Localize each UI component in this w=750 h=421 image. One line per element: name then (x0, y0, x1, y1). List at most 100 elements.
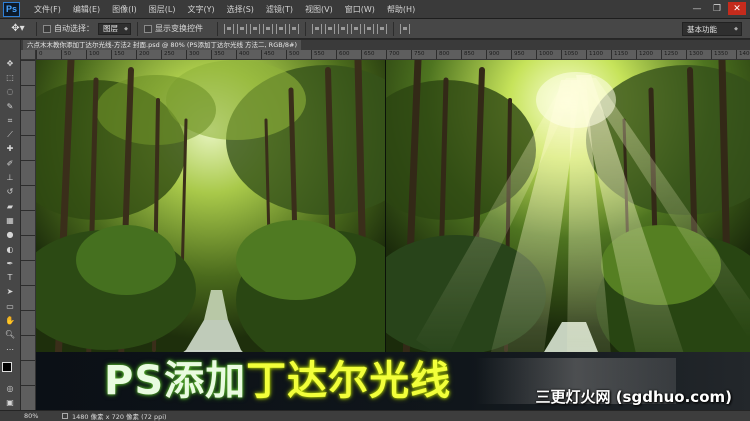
distribute-top-icon[interactable] (312, 23, 322, 34)
shape-tool-icon[interactable]: ▭ (3, 301, 17, 312)
ruler-tick (21, 260, 35, 261)
ruler-tick: 1200 (636, 50, 653, 59)
title-banner: PS添加丁达尔光线 三更灯火网 (sgdhuo.com) (36, 352, 750, 410)
healing-brush-tool-icon[interactable]: ✚ (3, 144, 17, 155)
ruler-tick: 900 (486, 50, 500, 59)
banner-title: PS添加丁达尔光线 (104, 358, 451, 404)
history-brush-tool-icon[interactable]: ↺ (3, 187, 17, 198)
align-vcenter-icon[interactable] (237, 23, 247, 34)
ruler-tick: 1400 (736, 50, 750, 59)
show-transform-checkbox[interactable] (144, 24, 152, 33)
divider (217, 21, 218, 36)
eyedropper-tool-icon[interactable]: ⟋ (3, 129, 17, 140)
move-tool-icon[interactable]: ✥ (3, 58, 17, 69)
move-tool-preset-icon[interactable]: ✥▾ (6, 21, 30, 37)
align-bottom-icon[interactable] (250, 23, 260, 34)
gradient-tool-icon[interactable]: ▦ (3, 215, 17, 226)
distribute-left-icon[interactable] (351, 23, 361, 34)
align-hcenter-icon[interactable] (276, 23, 286, 34)
align-left-icon[interactable] (263, 23, 273, 34)
document-info: 1480 像素 x 720 像素 (72 ppi) (72, 413, 167, 421)
menu-select[interactable]: 选择(S) (221, 4, 260, 15)
ruler-tick: 1300 (686, 50, 703, 59)
menu-filter[interactable]: 滤镜(T) (260, 4, 299, 15)
ruler-tick: 750 (411, 50, 425, 59)
document-tab-strip: 六点木木教你添加丁达尔光线-方法2 封面.psd @ 80% (PS添加丁达尔光… (21, 40, 750, 50)
ruler-origin[interactable] (21, 50, 36, 60)
toolbox: ✥ ⬚ ◌ ✎ ⌗ ⟋ ✚ ✐ ⊥ ↺ ▰ ▦ ● ◐ ✒ T ➤ ▭ ✋ 🔍︎… (0, 40, 21, 412)
ruler-tick (21, 110, 35, 111)
align-buttons (224, 23, 299, 34)
options-bar: ✥▾ 自动选择： 图层 显示变换控件 基本功能 (0, 19, 750, 39)
eraser-tool-icon[interactable]: ▰ (3, 201, 17, 212)
align-right-icon[interactable] (289, 23, 299, 34)
menu-help[interactable]: 帮助(H) (381, 4, 421, 15)
type-tool-icon[interactable]: T (3, 272, 17, 283)
ruler-tick: 1050 (561, 50, 578, 59)
distribute-hcenter-icon[interactable] (364, 23, 374, 34)
distribute-right-icon[interactable] (377, 23, 387, 34)
menu-edit[interactable]: 编辑(E) (67, 4, 106, 15)
ruler-tick: 600 (336, 50, 350, 59)
auto-select-checkbox[interactable] (43, 24, 51, 33)
menu-view[interactable]: 视图(V) (299, 4, 339, 15)
distribute-vcenter-icon[interactable] (325, 23, 335, 34)
ruler-tick: 650 (361, 50, 375, 59)
blur-tool-icon[interactable]: ● (3, 230, 17, 241)
ruler-tick (21, 310, 35, 311)
banner-title-yellow: 丁达尔光线 (246, 358, 452, 404)
menu-window[interactable]: 窗口(W) (339, 4, 381, 15)
vertical-ruler[interactable] (21, 60, 36, 410)
ruler-tick (21, 285, 35, 286)
dodge-tool-icon[interactable]: ◐ (3, 244, 17, 255)
photoshop-logo-icon: Ps (3, 1, 20, 17)
document-tab[interactable]: 六点木木教你添加丁达尔光线-方法2 封面.psd @ 80% (PS添加丁达尔光… (23, 40, 301, 50)
screen-mode-icon[interactable]: ▣ (3, 398, 17, 409)
quick-select-tool-icon[interactable]: ✎ (3, 101, 17, 112)
ruler-tick: 150 (111, 50, 125, 59)
pen-tool-icon[interactable]: ✒ (3, 258, 17, 269)
zoom-level[interactable]: 80% (0, 412, 62, 420)
close-icon[interactable]: ✕ (728, 2, 746, 15)
zoom-tool-icon[interactable]: 🔍︎ (3, 330, 17, 341)
ruler-tick: 800 (436, 50, 450, 59)
auto-select-dropdown[interactable]: 图层 (98, 22, 131, 35)
distribute-bottom-icon[interactable] (338, 23, 348, 34)
ruler-tick: 1000 (536, 50, 553, 59)
color-swatches[interactable] (2, 362, 18, 378)
brush-tool-icon[interactable]: ✐ (3, 158, 17, 169)
menu-layer[interactable]: 图层(L) (143, 4, 182, 15)
ruler-tick: 700 (386, 50, 400, 59)
path-select-tool-icon[interactable]: ➤ (3, 287, 17, 298)
clone-stamp-tool-icon[interactable]: ⊥ (3, 172, 17, 183)
workspace-dropdown[interactable]: 基本功能 (682, 22, 742, 36)
hand-tool-icon[interactable]: ✋ (3, 315, 17, 326)
ruler-tick: 0 (36, 50, 43, 59)
crop-tool-icon[interactable]: ⌗ (3, 115, 17, 126)
ruler-tick: 450 (261, 50, 275, 59)
menu-image[interactable]: 图像(I) (106, 4, 143, 15)
ruler-tick: 400 (236, 50, 250, 59)
auto-select-label: 自动选择： (54, 24, 94, 33)
minimize-icon[interactable]: — (688, 2, 706, 15)
ruler-tick (21, 60, 35, 61)
align-top-icon[interactable] (224, 23, 234, 34)
show-transform-label: 显示变换控件 (155, 24, 203, 33)
marquee-tool-icon[interactable]: ⬚ (3, 72, 17, 83)
foreground-color-swatch[interactable] (2, 362, 12, 373)
doc-info-icon[interactable] (62, 413, 68, 419)
ruler-tick: 550 (311, 50, 325, 59)
horizontal-ruler[interactable]: 0 50 100 150 200 250 300 350 400 450 500 550 600 650 7… (36, 50, 750, 60)
ruler-tick: 950 (511, 50, 525, 59)
more-tools-icon[interactable]: ⋯ (3, 344, 17, 355)
ruler-tick (21, 335, 35, 336)
quick-mask-icon[interactable]: ◎ (3, 383, 17, 394)
ruler-tick: 1150 (611, 50, 628, 59)
ruler-tick (21, 185, 35, 186)
auto-align-icon[interactable] (400, 23, 410, 34)
menu-file[interactable]: 文件(F) (28, 4, 67, 15)
restore-icon[interactable]: ❐ (708, 2, 726, 15)
menu-type[interactable]: 文字(Y) (181, 4, 220, 15)
lasso-tool-icon[interactable]: ◌ (3, 87, 17, 98)
menu-bar: Ps 文件(F) 编辑(E) 图像(I) 图层(L) 文字(Y) 选择(S) 滤… (0, 0, 750, 19)
